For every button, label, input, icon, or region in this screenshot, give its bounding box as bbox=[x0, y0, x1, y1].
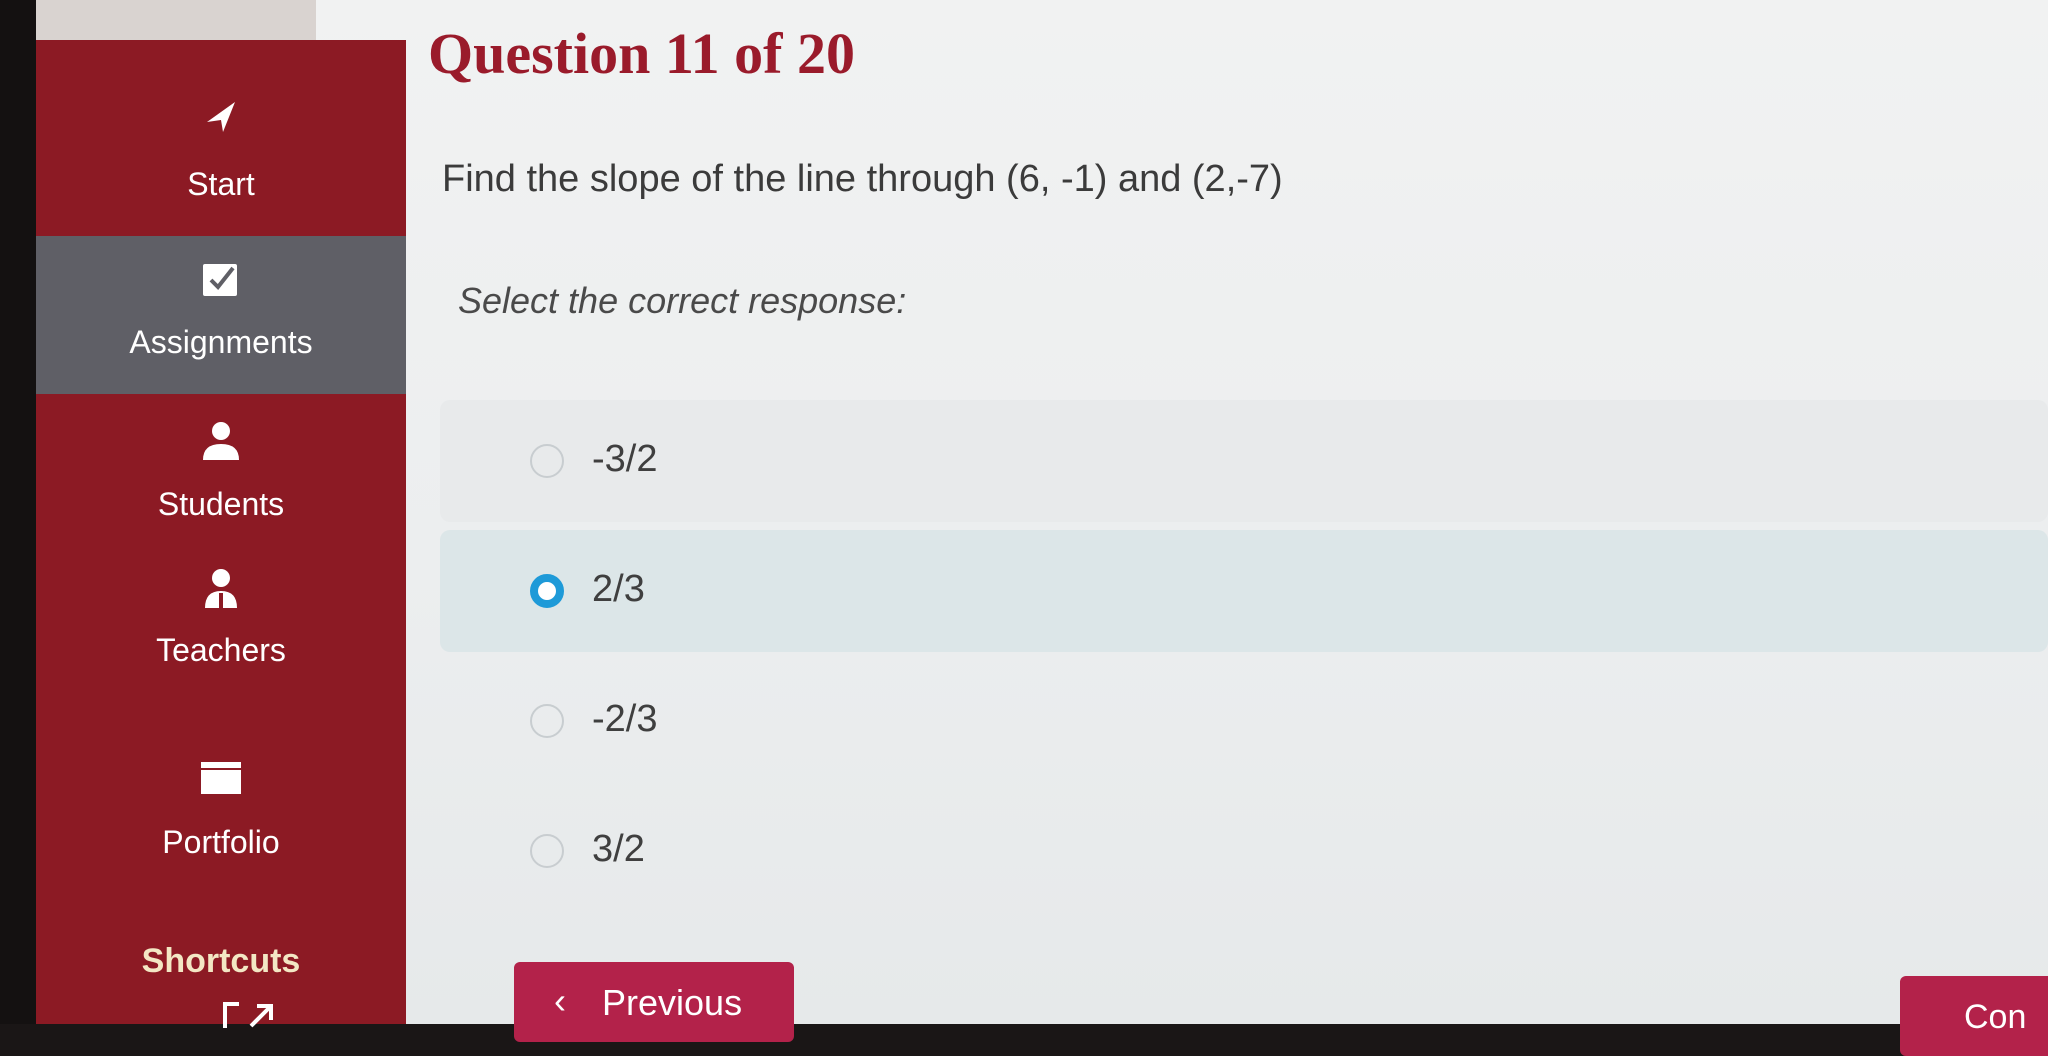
top-strip bbox=[36, 0, 316, 40]
user-icon bbox=[36, 418, 406, 467]
send-arrow-icon bbox=[36, 96, 406, 141]
sidebar-item-label: Teachers bbox=[156, 632, 286, 668]
answer-option-label: -3/2 bbox=[592, 438, 658, 480]
previous-button[interactable]: ‹ Previous bbox=[514, 962, 794, 1042]
chevron-left-icon: ‹ bbox=[554, 980, 566, 1021]
radio-button-selected[interactable] bbox=[530, 574, 564, 608]
sidebar: Start Assignments Students Teachers Port… bbox=[36, 40, 406, 1028]
checkbox-icon bbox=[36, 260, 406, 305]
answer-option-label: 3/2 bbox=[592, 828, 645, 870]
sidebar-item-students[interactable]: Students bbox=[36, 394, 406, 544]
shortcuts-section: Shortcuts bbox=[36, 902, 406, 1028]
sidebar-item-assignments[interactable]: Assignments bbox=[36, 236, 406, 394]
radio-button[interactable] bbox=[530, 444, 564, 478]
sidebar-item-label: Start bbox=[187, 166, 255, 202]
sidebar-item-label: Students bbox=[157, 486, 285, 522]
answer-option-selected[interactable]: 2/3 bbox=[440, 530, 2048, 652]
sidebar-item-teachers[interactable]: Teachers bbox=[36, 544, 406, 692]
shortcuts-label: Shortcuts bbox=[141, 942, 301, 980]
previous-button-label: Previous bbox=[602, 982, 743, 1023]
sidebar-item-label: Portfolio bbox=[162, 824, 280, 860]
sidebar-item-label: Assignments bbox=[129, 324, 313, 360]
external-link-icon[interactable] bbox=[221, 1000, 281, 1038]
answer-option[interactable]: -2/3 bbox=[440, 660, 2048, 782]
folder-icon bbox=[36, 760, 406, 801]
teacher-icon bbox=[36, 566, 406, 615]
continue-button-label: Con bbox=[1964, 998, 2027, 1036]
answer-option-label: 2/3 bbox=[592, 568, 645, 610]
radio-button[interactable] bbox=[530, 704, 564, 738]
sidebar-item-portfolio[interactable]: Portfolio bbox=[36, 692, 406, 904]
radio-button[interactable] bbox=[530, 834, 564, 868]
question-title: Question 11 of 20 bbox=[428, 21, 855, 86]
question-text: Find the slope of the line through (6, -… bbox=[442, 158, 1283, 200]
answer-option-label: -2/3 bbox=[592, 698, 658, 740]
answer-option[interactable]: -3/2 bbox=[440, 400, 2048, 522]
answer-option[interactable]: 3/2 bbox=[440, 790, 2048, 912]
continue-button[interactable]: Con bbox=[1900, 976, 2048, 1056]
sidebar-item-start[interactable]: Start bbox=[36, 40, 406, 236]
instruction-text: Select the correct response: bbox=[458, 280, 907, 321]
